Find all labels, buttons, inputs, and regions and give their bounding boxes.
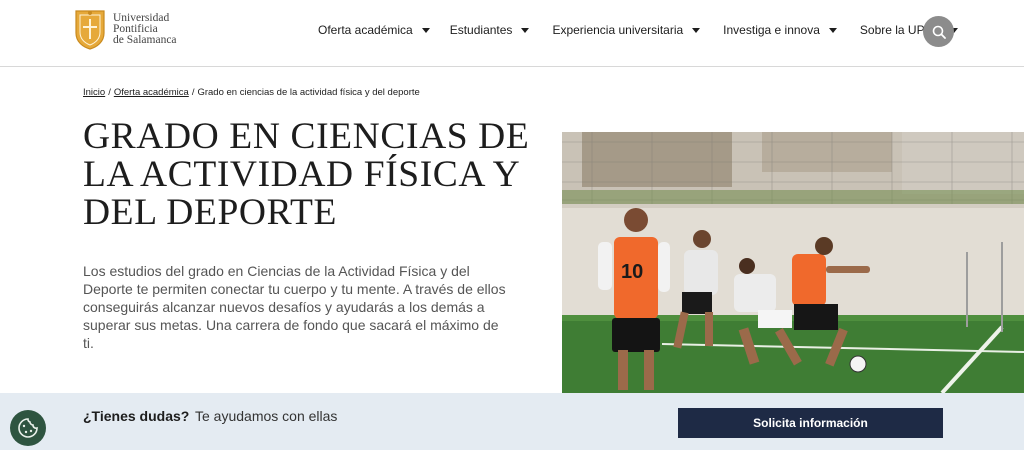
breadcrumb-current: Grado en ciencias de la actividad física… — [197, 87, 420, 98]
breadcrumb-separator: / — [108, 87, 111, 98]
university-name-line-1: Universidad — [113, 11, 170, 24]
university-name-line-2: Pontificia — [113, 22, 158, 35]
university-seal-icon — [75, 10, 105, 50]
site-header: Universidad Pontificia de Salamanca Ofer… — [0, 0, 1024, 67]
breadcrumb-section-link[interactable]: Oferta académica — [114, 87, 189, 98]
jersey-number: 10 — [621, 261, 643, 283]
nav-item-experiencia-universitaria[interactable]: Experiencia universitaria — [552, 23, 701, 37]
nav-item-oferta-academica[interactable]: Oferta académica — [318, 23, 430, 37]
chevron-down-icon — [521, 27, 530, 33]
nav-item-label: Investiga e innova — [723, 23, 820, 37]
nav-item-investiga-e-innova[interactable]: Investiga e innova — [723, 23, 837, 37]
breadcrumb: Inicio / Oferta académica / Grado en ciencia… — [83, 87, 420, 98]
chevron-down-icon — [421, 27, 430, 33]
cta-subtitle: Te ayudamos con ellas — [195, 408, 338, 424]
university-name-line-3: de Salamanca — [113, 33, 177, 46]
chevron-down-icon — [828, 27, 837, 33]
hero-image: 10 — [562, 132, 1024, 393]
nav-item-estudiantes[interactable]: Estudiantes — [450, 23, 530, 37]
request-info-button[interactable]: Solicita información — [678, 408, 943, 438]
chevron-down-icon — [692, 27, 701, 33]
cookie-icon — [18, 418, 38, 438]
search-icon — [932, 25, 946, 39]
search-button[interactable] — [923, 16, 954, 47]
breadcrumb-home-link[interactable]: Inicio — [83, 87, 105, 98]
nav-item-label: Estudiantes — [449, 23, 513, 37]
university-logo[interactable]: Universidad Pontificia de Salamanca — [72, 7, 177, 51]
breadcrumb-separator: / — [191, 87, 195, 98]
main-nav: Oferta académica Estudiantes Experiencia… — [318, 23, 958, 37]
cta-bar: ¿Tienes dudas? Te ayudamos con ellas Sol… — [0, 393, 1024, 450]
football-training-photo: 10 — [562, 132, 1024, 393]
page-intro: Los estudios del grado en Ciencias de la… — [83, 263, 506, 351]
university-name: Universidad Pontificia de Salamanca — [113, 11, 177, 46]
nav-item-label: Experiencia universitaria — [552, 23, 684, 37]
nav-item-label: Oferta académica — [318, 23, 413, 37]
cookie-settings-button[interactable] — [10, 410, 46, 446]
cta-question: ¿Tienes dudas? — [83, 408, 190, 424]
page-title: Grado en ciencias de la actividad física… — [83, 116, 530, 233]
